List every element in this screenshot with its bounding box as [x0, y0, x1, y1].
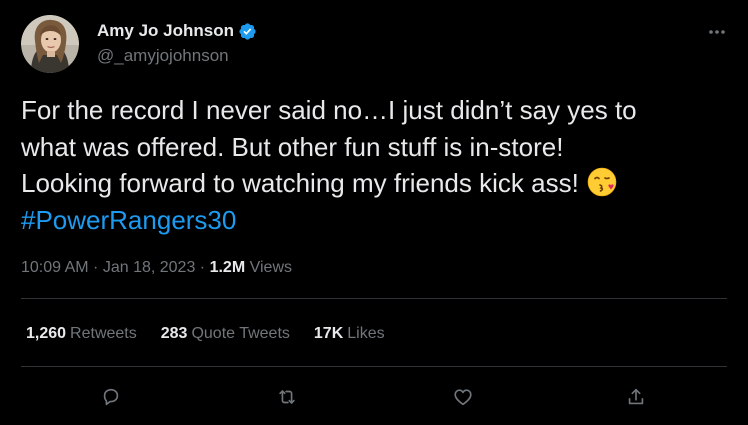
tweet-text: For the record I never said no…I just di…: [21, 92, 721, 238]
verified-badge-icon: [238, 22, 257, 41]
tweet-text-line: Looking forward to watching my friends k…: [21, 168, 579, 198]
author-handle[interactable]: @_amyjojohnson: [97, 46, 229, 66]
quote-tweets-count: 283: [160, 325, 188, 342]
hashtag-link[interactable]: #PowerRangers30: [21, 202, 721, 239]
likes-count: 17K: [313, 325, 344, 342]
avatar[interactable]: [21, 15, 79, 73]
author-name-row[interactable]: Amy Jo Johnson: [97, 20, 257, 42]
quote-tweets-stat[interactable]: 283 Quote Tweets: [161, 325, 290, 343]
share-icon[interactable]: [619, 380, 653, 414]
divider: [21, 298, 727, 299]
tweet-date[interactable]: Jan 18, 2023: [103, 259, 196, 276]
author-display-name[interactable]: Amy Jo Johnson: [97, 21, 234, 41]
retweet-icon[interactable]: [270, 380, 304, 414]
retweets-stat[interactable]: 1,260 Retweets: [26, 325, 137, 343]
views-count: 1.2M: [209, 259, 246, 276]
reply-icon[interactable]: [94, 380, 128, 414]
retweets-label: Retweets: [70, 325, 137, 342]
tweet-meta: 10:09 AM · Jan 18, 2023 · 1.2M Views: [21, 257, 292, 279]
likes-label: Likes: [347, 325, 385, 342]
tweet-detail: Amy Jo Johnson @_amyjojohnson For the re…: [0, 0, 748, 425]
tweet-text-line: For the record I never said no…I just di…: [21, 95, 637, 125]
divider: [21, 366, 727, 367]
action-bar: [0, 380, 748, 414]
tweet-text-line: what was offered. But other fun stuff is…: [21, 131, 564, 162]
tweet-time[interactable]: 10:09 AM: [21, 259, 89, 276]
engagement-stats: 1,260 Retweets 283 Quote Tweets 17K Likes: [26, 323, 409, 345]
quote-tweets-label: Quote Tweets: [191, 325, 290, 342]
like-icon[interactable]: [446, 380, 480, 414]
more-options-icon[interactable]: [703, 21, 731, 43]
likes-stat[interactable]: 17K Likes: [314, 325, 385, 343]
meta-separator: ·: [195, 259, 210, 276]
avatar-photo: [21, 15, 79, 73]
retweets-count: 1,260: [26, 325, 67, 342]
views-label: Views: [245, 259, 292, 276]
tweet-text-line-with-emoji: Looking forward to watching my friends k…: [21, 165, 721, 202]
kissing-face-emoji-icon: [587, 167, 617, 197]
meta-separator: ·: [88, 259, 103, 276]
